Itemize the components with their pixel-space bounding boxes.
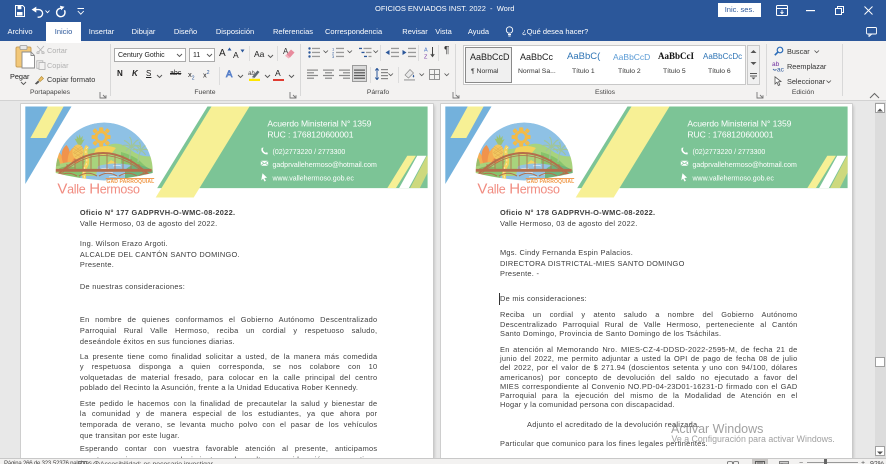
svg-text:ac: ac xyxy=(777,67,785,73)
svg-text:3: 3 xyxy=(332,54,335,58)
svg-text:Z: Z xyxy=(424,55,428,60)
svg-text:A: A xyxy=(424,48,428,54)
